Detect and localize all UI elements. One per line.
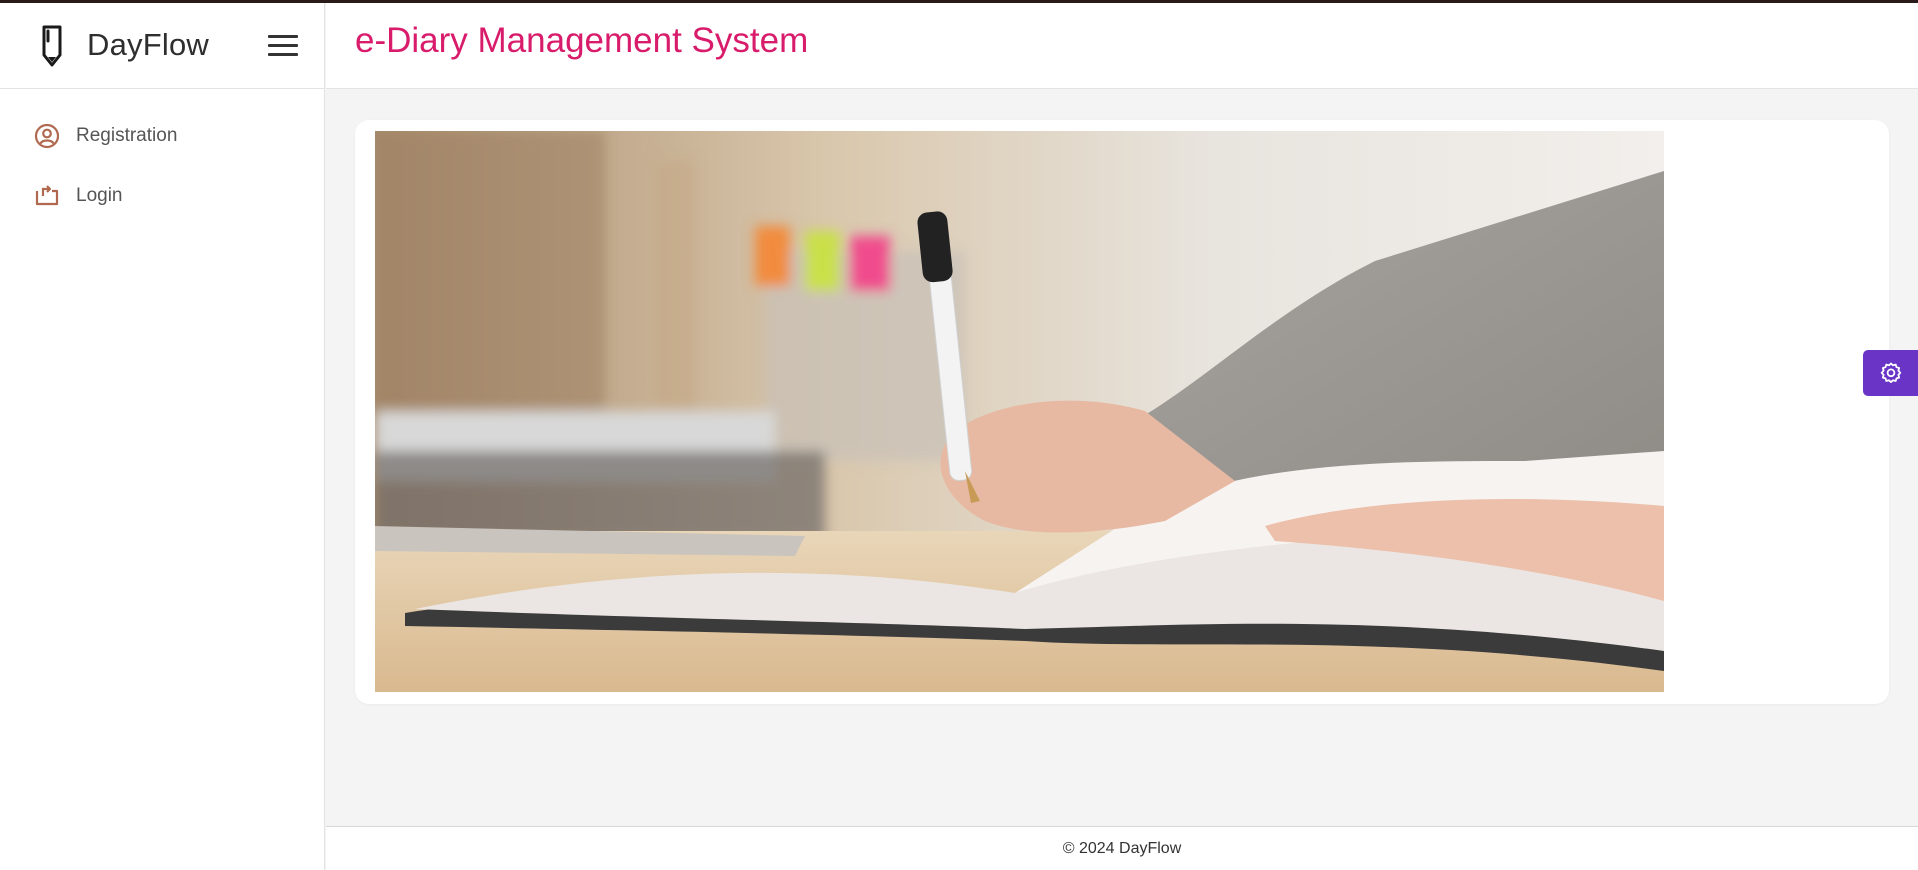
gear-icon [1880, 362, 1901, 383]
top-header: e-Diary Management System [326, 3, 1918, 89]
login-icon [35, 185, 59, 206]
sidebar: DayFlow Registration Login [0, 3, 325, 870]
sidebar-item-label: Login [76, 185, 123, 206]
hamburger-menu-icon[interactable] [268, 35, 298, 57]
content-card [355, 120, 1889, 704]
sidebar-item-login[interactable]: Login [0, 166, 324, 226]
sidebar-nav: Registration Login [0, 106, 324, 226]
hero-image [375, 131, 1664, 692]
user-circle-icon [34, 123, 60, 149]
brand-name: DayFlow [87, 27, 209, 62]
copyright-text: © 2024 DayFlow [1062, 840, 1182, 857]
sidebar-item-label: Registration [76, 125, 178, 146]
settings-button[interactable] [1863, 350, 1918, 396]
page-title: e-Diary Management System [355, 21, 809, 60]
footer: © 2024 DayFlow [326, 826, 1918, 870]
sidebar-item-registration[interactable]: Registration [0, 106, 324, 166]
brand: DayFlow [0, 3, 324, 89]
pencil-icon [42, 25, 62, 67]
